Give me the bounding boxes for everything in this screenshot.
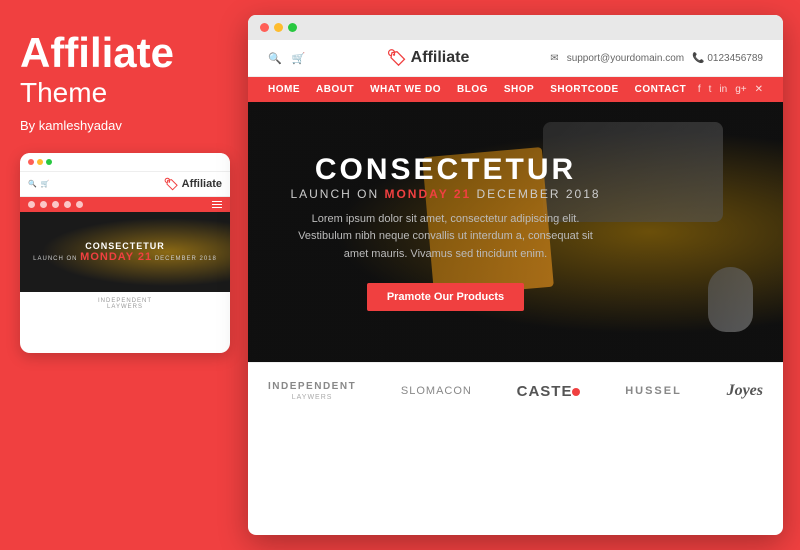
social-x[interactable]: ✕	[755, 84, 763, 95]
hamburger-line-2	[212, 204, 222, 205]
browser-dot-red	[260, 23, 269, 32]
site-logo: 🏷 Affiliate	[386, 48, 469, 68]
mobile-hero-title: CONSECTETUR	[28, 241, 222, 251]
nav-about[interactable]: ABOUT	[316, 84, 354, 95]
mobile-window-dots	[28, 159, 52, 165]
mobile-social-t	[40, 201, 47, 208]
mobile-preview: 🔍 🛒 🏷 Affiliate	[20, 153, 230, 353]
site-nav-social: f t in g+ ✕	[698, 84, 763, 95]
left-panel: Affiliate Theme By kamleshyadav 🔍 🛒 🏷 Af…	[20, 30, 230, 353]
brand-casted-dot	[572, 388, 580, 396]
mobile-hero-highlight: MONDAY 21	[80, 251, 152, 263]
social-google[interactable]: g+	[735, 84, 746, 95]
mobile-social-g	[64, 201, 71, 208]
mobile-hamburger[interactable]	[212, 201, 222, 208]
nav-shop[interactable]: SHOP	[504, 84, 534, 95]
support-email-icon: ✉	[550, 53, 558, 64]
brand-casted-name: CASTE	[517, 383, 581, 400]
mobile-logo-icon: 🏷	[163, 177, 178, 191]
mobile-header-icons: 🔍 🛒	[28, 180, 49, 188]
brand-independent-sub: LAYWERS	[292, 394, 333, 401]
hero-launch-pre: LAUNCH ON	[290, 187, 379, 201]
nav-home[interactable]: HOME	[268, 84, 300, 95]
mobile-cart-icon: 🛒	[41, 180, 50, 188]
mobile-bottom: INDEPENDENT LAYWERS	[20, 292, 230, 316]
brand-hussel: HUSSEL	[625, 385, 682, 397]
mobile-nav-social	[28, 201, 83, 208]
browser-dot-yellow	[274, 23, 283, 32]
nav-blog[interactable]: BLOG	[457, 84, 488, 95]
nav-contact[interactable]: CONTACT	[635, 84, 687, 95]
social-instagram[interactable]: in	[719, 84, 727, 95]
site-header-left: 🔍 🛒	[268, 52, 305, 65]
brand-independent: INDEPENDENT LAYWERS	[268, 381, 356, 401]
nav-what-we-do[interactable]: WHAT WE DO	[370, 84, 441, 95]
mobile-header: 🔍 🛒 🏷 Affiliate	[20, 172, 230, 197]
mobile-hero: CONSECTETUR LAUNCH ON MONDAY 21 DECEMBER…	[20, 212, 230, 292]
site-logo-text: Affiliate	[411, 49, 470, 67]
hero-title: CONSECTETUR	[315, 153, 576, 187]
hero-content: CONSECTETUR LAUNCH ON MONDAY 21 DECEMBER…	[248, 102, 783, 362]
brand-hussel-name: HUSSEL	[625, 385, 682, 397]
hero-launch-highlight: MONDAY 21	[384, 187, 471, 201]
mobile-dot-green	[46, 159, 52, 165]
hero-launch-post: DECEMBER 2018	[477, 187, 601, 201]
hero-description: Lorem ipsum dolor sit amet, consectetur …	[286, 211, 606, 264]
mobile-launch-post: DECEMBER 2018	[155, 256, 217, 262]
social-facebook[interactable]: f	[698, 84, 701, 95]
brand-slomacon-name: SLOMACON	[401, 385, 472, 397]
browser-preview: 🔍 🛒 🏷 Affiliate ✉ support@yourdomain.com…	[248, 15, 783, 535]
brand-casted: CASTE	[517, 383, 581, 400]
site-hero: CONSECTETUR LAUNCH ON MONDAY 21 DECEMBER…	[248, 102, 783, 362]
browser-chrome	[248, 15, 783, 40]
mobile-search-icon: 🔍	[28, 180, 37, 188]
brand-joyes: Joyes	[727, 382, 763, 400]
author-name: By kamleshyadav	[20, 118, 230, 133]
site-search-icon[interactable]: 🔍	[268, 52, 282, 65]
hero-subtitle: LAUNCH ON MONDAY 21 DECEMBER 2018	[290, 187, 600, 201]
nav-shortcode[interactable]: SHORTCODE	[550, 84, 618, 95]
mobile-dot-yellow	[37, 159, 43, 165]
support-email: support@yourdomain.com	[567, 53, 684, 64]
mobile-hero-text: CONSECTETUR LAUNCH ON MONDAY 21 DECEMBER…	[28, 241, 222, 263]
hamburger-line-3	[212, 207, 222, 208]
mobile-logo-text: Affiliate	[182, 178, 222, 190]
mobile-dot-red	[28, 159, 34, 165]
support-phone: 📞 0123456789	[692, 53, 763, 64]
site-nav-links: HOME ABOUT WHAT WE DO BLOG SHOP SHORTCOD…	[268, 84, 686, 95]
mobile-nav	[20, 197, 230, 212]
brands-bar: INDEPENDENT LAYWERS SLOMACON CASTE HUSSE…	[248, 362, 783, 419]
brand-joyes-name: Joyes	[727, 382, 763, 400]
site-cart-icon[interactable]: 🛒	[292, 52, 306, 65]
mobile-launch-pre: LAUNCH ON	[33, 256, 77, 262]
mobile-hero-launch: LAUNCH ON MONDAY 21 DECEMBER 2018	[28, 251, 222, 263]
mobile-social-plus	[76, 201, 83, 208]
mobile-social-f	[28, 201, 35, 208]
mobile-social-v	[52, 201, 59, 208]
mobile-bottom-line2: LAYWERS	[26, 304, 224, 310]
browser-dot-green	[288, 23, 297, 32]
mobile-logo: 🏷 Affiliate	[163, 177, 222, 191]
hamburger-line-1	[212, 201, 222, 202]
mobile-top-bar	[20, 153, 230, 172]
brand-slomacon: SLOMACON	[401, 385, 472, 397]
site-header-right: ✉ support@yourdomain.com 📞 0123456789	[550, 53, 763, 64]
site-logo-icon: 🏷	[386, 48, 406, 68]
theme-name: Affiliate	[20, 30, 230, 76]
brand-independent-name: INDEPENDENT	[268, 381, 356, 392]
site-header: 🔍 🛒 🏷 Affiliate ✉ support@yourdomain.com…	[248, 40, 783, 77]
site-nav: HOME ABOUT WHAT WE DO BLOG SHOP SHORTCOD…	[248, 77, 783, 102]
social-twitter[interactable]: t	[709, 84, 712, 95]
hero-cta-button[interactable]: Pramote Our Products	[367, 283, 524, 311]
theme-label: Theme	[20, 76, 230, 110]
